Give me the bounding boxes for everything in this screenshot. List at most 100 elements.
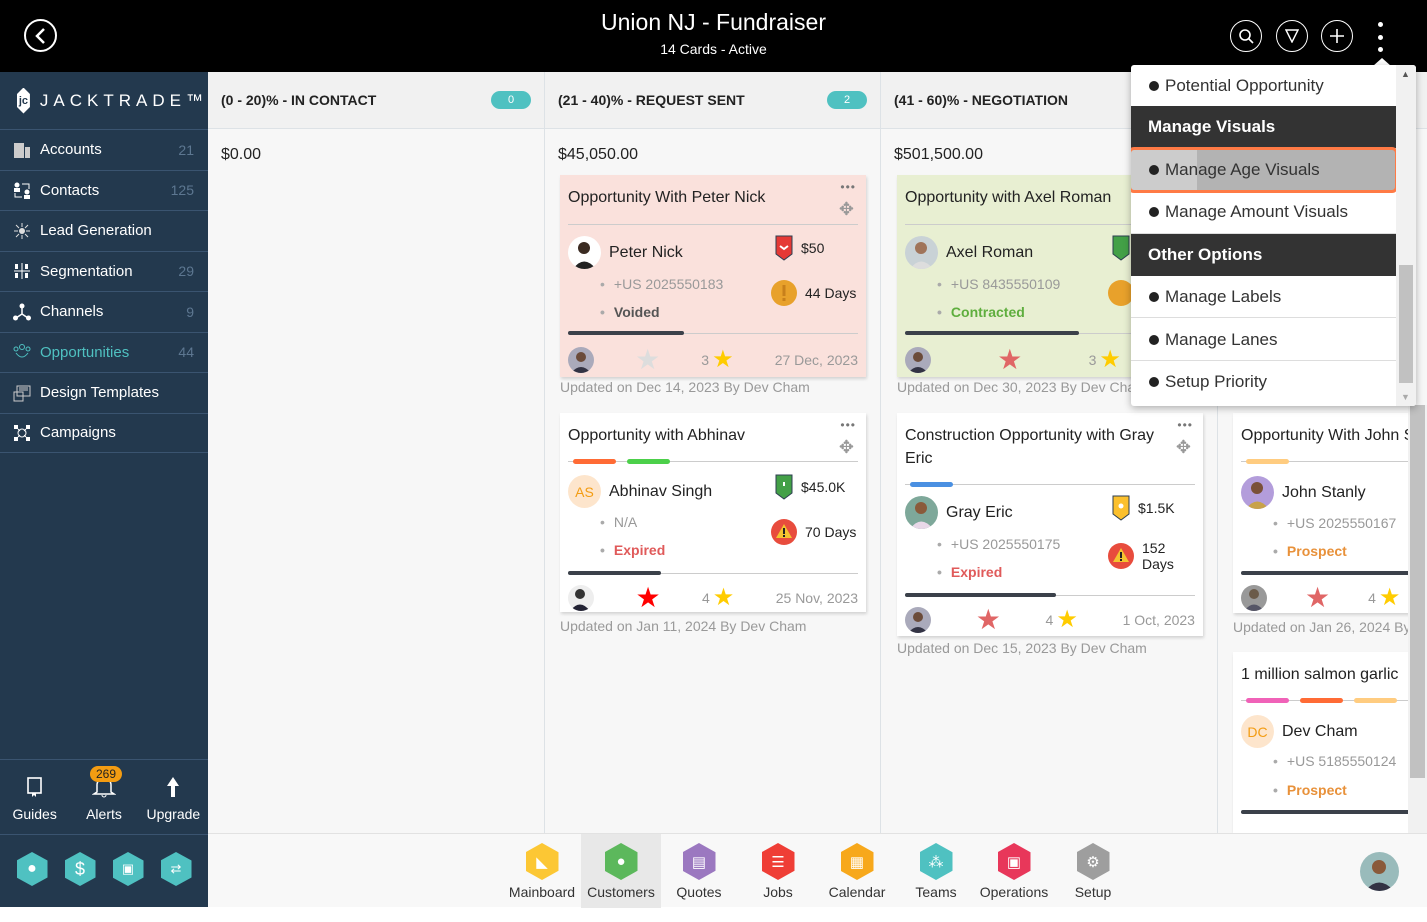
- opportunity-card[interactable]: 1 million salmon garlic DC Dev Cham +US …: [1233, 652, 1427, 833]
- opportunity-card[interactable]: Opportunity With Peter Nick ••• ✥ Peter …: [560, 175, 866, 377]
- sidebar-item-campaigns[interactable]: Campaigns: [0, 412, 208, 453]
- sidebar-item-label: Accounts: [40, 141, 102, 159]
- card-status: Voided: [600, 304, 660, 320]
- card-title: Opportunity With John S: [1241, 427, 1415, 444]
- label-tag[interactable]: [1354, 698, 1397, 703]
- app-label: Jobs: [763, 884, 793, 900]
- favorite-star-icon[interactable]: ★: [997, 343, 1022, 376]
- more-horizontal-icon[interactable]: •••: [1177, 418, 1193, 432]
- alerts-button[interactable]: 269 Alerts: [69, 760, 138, 834]
- lane-count-badge: 0: [491, 91, 531, 109]
- app-operations[interactable]: ▣ Operations: [974, 834, 1054, 908]
- search-button[interactable]: [1230, 20, 1262, 52]
- lane-header: (0 - 20)% - IN CONTACT 0: [208, 72, 544, 129]
- avatar: [905, 496, 938, 529]
- label-tag[interactable]: [573, 459, 616, 464]
- more-options-button[interactable]: [1370, 22, 1390, 52]
- app-setup[interactable]: ⚙ Setup: [1053, 834, 1133, 908]
- menu-item-manage-labels[interactable]: Manage Labels: [1131, 276, 1396, 318]
- guides-label: Guides: [12, 806, 57, 822]
- menu-item-potential-opportunity[interactable]: Potential Opportunity: [1131, 65, 1396, 107]
- app-jobs[interactable]: ☰ Jobs: [738, 834, 818, 908]
- sidebar-item-segmentation[interactable]: Segmentation 29: [0, 250, 208, 292]
- amount-shield-icon: [775, 235, 793, 261]
- scrollbar-thumb[interactable]: [1399, 265, 1413, 383]
- app-label: Operations: [979, 884, 1049, 900]
- card-person: AS Abhinav Singh: [568, 475, 712, 508]
- label-tag[interactable]: [627, 459, 670, 464]
- label-tag[interactable]: [1300, 698, 1343, 703]
- rating: 4 ★: [1045, 606, 1078, 633]
- quick-workflow-button[interactable]: ⇄: [160, 852, 192, 886]
- owner-avatar: [568, 346, 594, 373]
- person-name: Peter Nick: [609, 243, 683, 261]
- user-profile-avatar[interactable]: [1360, 852, 1399, 891]
- move-icon[interactable]: ✥: [839, 437, 854, 458]
- upgrade-button[interactable]: Upgrade: [139, 760, 208, 834]
- menu-item-manage-lanes[interactable]: Manage Lanes: [1131, 319, 1396, 361]
- progress-fill: [1241, 571, 1425, 575]
- brand-logo[interactable]: jc JACKTRADE™: [0, 72, 208, 129]
- favorite-star-icon[interactable]: ★: [976, 603, 1001, 636]
- sidebar-item-accounts[interactable]: Accounts 21: [0, 129, 208, 170]
- move-icon[interactable]: ✥: [839, 199, 854, 220]
- avatar: [905, 236, 938, 269]
- sidebar-item-design-templates[interactable]: Design Templates: [0, 372, 208, 413]
- board-scrollbar[interactable]: [1408, 405, 1427, 833]
- sidebar-item-channels[interactable]: Channels 9: [0, 291, 208, 332]
- guides-button[interactable]: Guides: [0, 760, 69, 834]
- favorite-star-icon[interactable]: ★: [635, 581, 660, 614]
- add-button[interactable]: [1321, 20, 1353, 52]
- label-tag[interactable]: [910, 482, 953, 487]
- menu-item-manage-amount-visuals[interactable]: Manage Amount Visuals: [1131, 191, 1396, 234]
- lane-in-contact: (0 - 20)% - IN CONTACT 0 $0.00: [208, 72, 545, 833]
- rating: 4 ★: [1368, 584, 1401, 611]
- opportunity-card[interactable]: Opportunity With John S John Stanly +US …: [1233, 413, 1427, 613]
- owner-avatar: [568, 584, 594, 611]
- app-teams[interactable]: ⁂ Teams: [896, 834, 976, 908]
- quick-dollar-button[interactable]: $: [64, 852, 96, 886]
- more-horizontal-icon[interactable]: •••: [840, 418, 856, 432]
- label-tag[interactable]: [1246, 698, 1289, 703]
- contacts-icon: [13, 181, 31, 200]
- scroll-down-icon[interactable]: ▼: [1401, 392, 1410, 402]
- opportunity-card[interactable]: Opportunity with Abhinav ••• ✥ AS Abhina…: [560, 413, 866, 614]
- label-tag[interactable]: [1246, 459, 1289, 464]
- menu-item-manage-age-visuals[interactable]: Manage Age Visuals: [1131, 147, 1398, 193]
- menu-item-setup-priority[interactable]: Setup Priority: [1131, 361, 1396, 403]
- sidebar-item-contacts[interactable]: Contacts 125: [0, 169, 208, 211]
- app-mainboard[interactable]: ◣ Mainboard: [502, 834, 582, 908]
- app-quotes[interactable]: ▤ Quotes: [659, 834, 739, 908]
- card-updated-text: Updated on Jan 26, 2024 By: [1233, 619, 1411, 635]
- sidebar-item-opportunities[interactable]: Opportunities 44: [0, 331, 208, 373]
- filter-icon: [1285, 29, 1299, 43]
- app-label: Calendar: [828, 884, 886, 900]
- segmentation-icon: [13, 262, 31, 280]
- favorite-star-icon[interactable]: ★: [635, 343, 660, 376]
- sidebar-item-label: Opportunities: [40, 343, 130, 361]
- more-horizontal-icon[interactable]: •••: [840, 180, 856, 194]
- favorite-star-icon[interactable]: ★: [1305, 581, 1330, 614]
- dropdown-scrollbar[interactable]: ▲ ▼: [1396, 65, 1416, 406]
- app-customers[interactable]: ● Customers: [581, 834, 661, 908]
- progress-bar: [1241, 571, 1425, 575]
- quick-money-button[interactable]: ▣: [112, 852, 144, 886]
- scroll-up-icon[interactable]: ▲: [1401, 69, 1410, 79]
- app-calendar[interactable]: ▦ Calendar: [817, 834, 897, 908]
- card-footer: ★ 4 ★: [1241, 581, 1425, 614]
- amount-metric: $45.0K: [775, 474, 845, 500]
- opportunity-card[interactable]: Construction Opportunity with Gray Eric …: [897, 413, 1203, 636]
- sidebar-item-lead-generation[interactable]: Lead Generation: [0, 210, 208, 251]
- sidebar-item-label: Campaigns: [40, 424, 116, 442]
- campaigns-icon: [13, 424, 31, 442]
- gear-icon: ⚙: [1076, 843, 1110, 880]
- move-icon[interactable]: ✥: [1176, 437, 1191, 458]
- card-date: 1 Oct, 2023: [1122, 611, 1195, 628]
- card-updated-text: Updated on Dec 15, 2023 By Dev Cham: [897, 640, 1147, 656]
- card-amount: $1.5K: [1138, 500, 1175, 516]
- filter-button[interactable]: [1276, 20, 1308, 52]
- scrollbar-thumb[interactable]: [1410, 405, 1425, 778]
- owner-avatar: [1241, 584, 1267, 611]
- card-status: Expired: [937, 564, 1002, 580]
- quick-person-button[interactable]: ●: [16, 852, 48, 886]
